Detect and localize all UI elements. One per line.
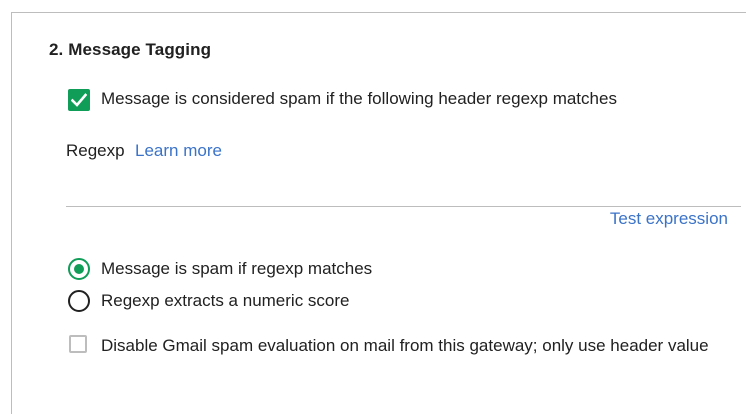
message-tagging-panel: 2. Message Tagging Message is considered… <box>11 12 746 414</box>
regexp-label: Regexp <box>66 141 125 160</box>
radio-spam-if-matches[interactable] <box>68 258 90 280</box>
radio-spam-if-matches-label[interactable]: Message is spam if regexp matches <box>101 259 372 279</box>
spam-header-checkbox-label[interactable]: Message is considered spam if the follow… <box>101 89 617 109</box>
section-title: 2. Message Tagging <box>49 40 212 59</box>
radio-selected-dot <box>74 264 84 274</box>
disable-gmail-eval-checkbox[interactable] <box>69 335 87 353</box>
spam-header-checkbox[interactable] <box>68 89 90 111</box>
regexp-input[interactable] <box>66 173 741 207</box>
learn-more-link[interactable]: Learn more <box>135 141 222 161</box>
test-expression-link[interactable]: Test expression <box>610 209 728 229</box>
disable-gmail-eval-label[interactable]: Disable Gmail spam evaluation on mail fr… <box>101 333 731 358</box>
radio-numeric-score[interactable] <box>68 290 90 312</box>
radio-numeric-score-label[interactable]: Regexp extracts a numeric score <box>101 291 350 311</box>
checkmark-icon <box>71 93 87 107</box>
